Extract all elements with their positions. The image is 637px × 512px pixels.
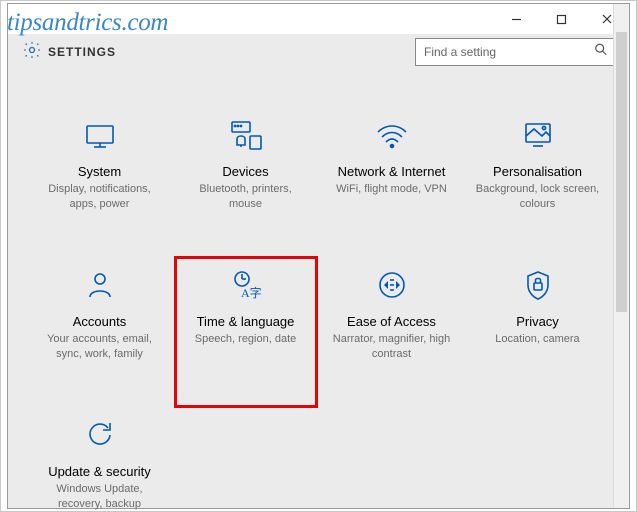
- personalisation-icon: [517, 114, 559, 156]
- tile-subtitle: Location, camera: [495, 332, 579, 347]
- tile-system[interactable]: System Display, notifications, apps, powe…: [30, 108, 170, 256]
- tile-subtitle: Bluetooth, printers, mouse: [182, 182, 310, 212]
- network-internet-icon: [371, 114, 413, 156]
- page-title: SETTINGS: [48, 45, 116, 59]
- tile-title: Personalisation: [493, 164, 582, 179]
- window-titlebar: [8, 4, 629, 34]
- devices-icon: [225, 114, 267, 156]
- tile-title: Ease of Access: [347, 314, 436, 329]
- tile-title: System: [78, 164, 121, 179]
- search-input[interactable]: [416, 39, 614, 65]
- time-language-icon: [225, 264, 267, 306]
- tile-subtitle: WiFi, flight mode, VPN: [336, 182, 447, 197]
- tile-subtitle: Your accounts, email, sync, work, family: [36, 332, 164, 362]
- system-icon: [79, 114, 121, 156]
- privacy-icon: [517, 264, 559, 306]
- tile-subtitle: Windows Update, recovery, backup: [36, 482, 164, 512]
- tile-subtitle: Display, notifications, apps, power: [36, 182, 164, 212]
- tile-title: Privacy: [516, 314, 559, 329]
- tile-title: Devices: [222, 164, 268, 179]
- tile-network-internet[interactable]: Network & Internet WiFi, flight mode, VPN: [322, 108, 462, 256]
- tiles-container: System Display, notifications, apps, powe…: [8, 80, 629, 512]
- tile-title: Accounts: [73, 314, 126, 329]
- tile-subtitle: Narrator, magnifier, high contrast: [328, 332, 456, 362]
- search-box[interactable]: [415, 38, 615, 66]
- minimize-button[interactable]: [494, 4, 539, 34]
- update-security-icon: [79, 414, 121, 456]
- tile-ease-of-access[interactable]: Ease of Access Narrator, magnifier, high …: [322, 258, 462, 406]
- screenshot-frame: tipsandtrics.com SETTINGS: [0, 0, 637, 512]
- tile-title: Time & language: [197, 314, 295, 329]
- vertical-scrollbar[interactable]: [613, 4, 629, 508]
- maximize-button[interactable]: [539, 4, 584, 34]
- tile-accounts[interactable]: Accounts Your accounts, email, sync, work…: [30, 258, 170, 406]
- search-icon: [594, 43, 608, 62]
- header-left: SETTINGS: [22, 40, 116, 65]
- tile-privacy[interactable]: Privacy Location, camera: [468, 258, 608, 406]
- tile-title: Network & Internet: [338, 164, 446, 179]
- accounts-icon: [79, 264, 121, 306]
- settings-window: SETTINGS System Display, notifications, a…: [7, 3, 630, 509]
- tile-title: Update & security: [48, 464, 151, 479]
- ease-of-access-icon: [371, 264, 413, 306]
- tile-subtitle: Speech, region, date: [195, 332, 297, 347]
- tile-time-language[interactable]: Time & language Speech, region, date: [176, 258, 316, 406]
- tile-personalisation[interactable]: Personalisation Background, lock screen, …: [468, 108, 608, 256]
- tile-update-security[interactable]: Update & security Windows Update, recover…: [30, 408, 170, 512]
- tile-devices[interactable]: Devices Bluetooth, printers, mouse: [176, 108, 316, 256]
- header-row: SETTINGS: [8, 34, 629, 80]
- scrollbar-thumb[interactable]: [616, 32, 627, 312]
- tile-subtitle: Background, lock screen, colours: [474, 182, 602, 212]
- gear-icon: [22, 40, 42, 65]
